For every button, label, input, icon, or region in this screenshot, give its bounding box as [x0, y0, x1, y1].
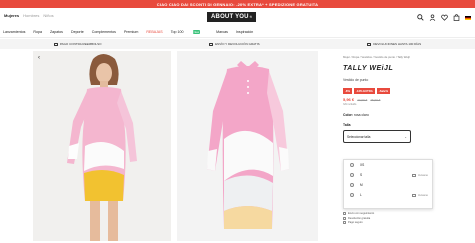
nav-item-rebajas[interactable]: REBAJAS: [146, 30, 162, 34]
perk-shipping: ENVÍO Y DEVOLUCIÓN GRATIS: [209, 42, 260, 46]
perk-returns: DEVOLUCIONES HASTA 100 DÍAS: [367, 42, 421, 46]
top-header: Mujeres Hombres Niños ABOUT YOU ®: [0, 8, 475, 26]
user-icon[interactable]: [429, 14, 436, 21]
size-option-label: M: [360, 183, 363, 187]
nav-item-deporte[interactable]: Deporte: [71, 30, 84, 34]
promo-banner[interactable]: CIAO CIAO DAI SCONTI DI GENNAIO: -20% EX…: [0, 0, 475, 8]
size-option-l[interactable]: L Avísame: [344, 190, 432, 200]
nav-item-ropa[interactable]: Ropa: [33, 30, 42, 34]
gender-women[interactable]: Mujeres: [4, 13, 19, 18]
color-row: Color: rosa claro: [343, 113, 471, 117]
product-name: Vestido de punto: [343, 78, 369, 82]
size-option-xs[interactable]: XS: [344, 160, 432, 170]
size-select[interactable]: Seleccionar talla ⌄: [343, 130, 411, 143]
nav-item-zapatos[interactable]: Zapatos: [50, 30, 63, 34]
breadcrumb[interactable]: Mujer / Ropa / Vestidos / Vestido de pun…: [343, 55, 471, 59]
nav-item-complementos[interactable]: Complementos: [92, 30, 116, 34]
product-image-1[interactable]: [33, 51, 171, 241]
radio-icon: [350, 173, 354, 177]
notify-me[interactable]: Avísame: [411, 193, 428, 197]
product-info: Mujer / Ropa / Vestidos / Vestido de pun…: [343, 55, 471, 143]
size-option-label: XS: [360, 163, 365, 167]
size-label: Talla: [343, 123, 351, 127]
heart-icon[interactable]: [441, 14, 448, 21]
lock-icon: [343, 221, 346, 224]
gallery-prev-icon[interactable]: ‹: [38, 55, 40, 61]
size-dropdown: XS S Avísame M L Avísame: [343, 159, 433, 209]
nav-item-lanzamientos[interactable]: Lanzamientos: [3, 30, 25, 34]
mail-icon: [411, 173, 416, 177]
perk-returns-label: DEVOLUCIONES HASTA 100 DÍAS: [373, 42, 422, 46]
price: 5,96 € 27,99 € 25,99 €: [343, 97, 471, 102]
return-icon: [343, 216, 346, 220]
dress-photo-image: [177, 51, 318, 241]
search-icon[interactable]: [417, 14, 424, 21]
notify-me-label: Avísame: [417, 173, 428, 177]
service-info: Envío con seguimiento Devolución gratuit…: [343, 212, 374, 226]
new-badge: New: [192, 29, 201, 34]
size-select-placeholder: Seleccionar talla: [347, 134, 371, 139]
bag-icon[interactable]: [453, 14, 460, 21]
product-image-2[interactable]: [177, 51, 318, 241]
price-current: 5,96 €: [343, 97, 355, 102]
service-label: Devolución gratuita: [348, 216, 371, 220]
card-icon: [53, 42, 58, 46]
perks-bar: PAGO CONTRA REEMBOLSO ENVÍO Y DEVOLUCIÓN…: [0, 39, 475, 49]
price-old: 27,99 €: [357, 98, 368, 102]
nav-item-marcas[interactable]: Marcas: [216, 30, 228, 34]
notify-me[interactable]: Avísame: [411, 173, 428, 177]
service-item: Pago seguro: [343, 221, 374, 224]
size-option-m[interactable]: M: [344, 180, 432, 190]
truck-icon: [343, 212, 346, 215]
radio-icon: [350, 193, 354, 197]
size-option-label: S: [360, 173, 363, 177]
discount-badges: -8% -12% EXTRA -Sale%: [343, 88, 471, 94]
nav-item-top100-label: Top 100: [170, 29, 184, 34]
logo-text: ABOUT YOU: [211, 14, 249, 20]
radio-icon: [350, 183, 354, 187]
service-label: Pago seguro: [348, 221, 363, 224]
truck-icon: [209, 42, 214, 46]
perk-cod-label: PAGO CONTRA REEMBOLSO: [59, 42, 102, 46]
size-option-s[interactable]: S Avísame: [344, 170, 432, 180]
perk-shipping-label: ENVÍO Y DEVOLUCIÓN GRATIS: [215, 42, 260, 46]
brand-name[interactable]: TALLY WEiJL: [343, 65, 471, 72]
notify-me-label: Avísame: [417, 193, 428, 197]
service-item: Devolución gratuita: [343, 216, 374, 220]
extra-discount-badge: -12% EXTRA: [353, 88, 375, 94]
perk-cod: PAGO CONTRA REEMBOLSO: [53, 42, 102, 46]
radio-icon: [350, 163, 354, 167]
size-option-label: L: [360, 193, 362, 197]
country-flag-icon[interactable]: [465, 15, 471, 20]
logo[interactable]: ABOUT YOU ®: [207, 12, 257, 22]
nav-item-inspiracion[interactable]: Inspiración: [236, 30, 253, 34]
service-label: Envío con seguimiento: [348, 212, 375, 215]
gender-kids[interactable]: Niños: [43, 13, 53, 18]
gender-switch: Mujeres Hombres Niños: [4, 13, 54, 18]
nav-item-premium[interactable]: Premium: [124, 30, 138, 34]
header-icons: [417, 14, 471, 21]
color-label: Color:: [343, 113, 353, 117]
gender-men[interactable]: Hombres: [23, 13, 39, 18]
sale-badge: -Sale%: [376, 88, 390, 94]
category-nav: Lanzamientos Ropa Zapatos Deporte Comple…: [0, 26, 475, 38]
promo-text: CIAO CIAO DAI SCONTI DI GENNAIO: -20% EX…: [156, 1, 319, 7]
price-note: IVA incluido: [343, 103, 357, 106]
return-icon: [367, 42, 372, 46]
color-value: rosa claro: [353, 113, 369, 117]
discount-badge: -8%: [343, 88, 352, 94]
nav-item-top100[interactable]: Top 100 New: [170, 29, 208, 34]
service-item: Envío con seguimiento: [343, 212, 374, 215]
model-photo-image: [33, 51, 171, 241]
price-old-2: 25,99 €: [370, 98, 381, 102]
logo-mark: ®: [249, 15, 253, 19]
mail-icon: [411, 193, 416, 197]
chevron-down-icon: ⌄: [404, 134, 407, 139]
